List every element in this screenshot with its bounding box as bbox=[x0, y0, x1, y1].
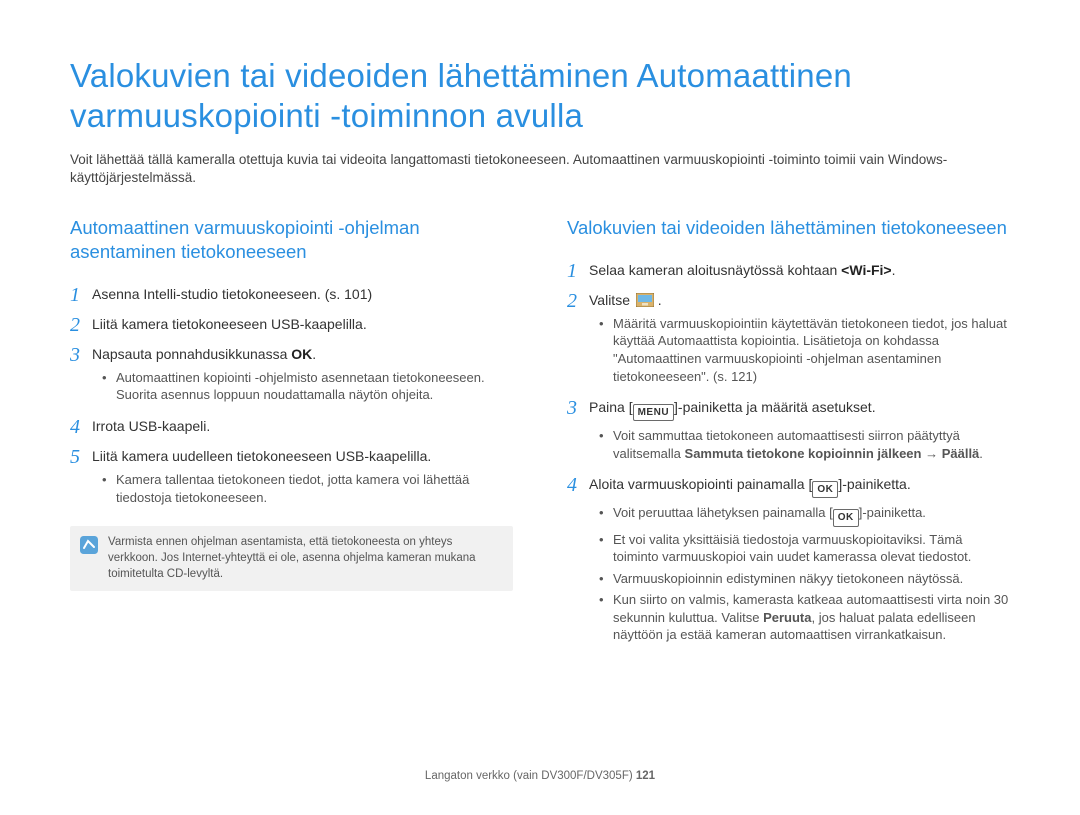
substep-item: Kamera tallentaa tietokoneen tiedot, jot… bbox=[106, 471, 513, 506]
substep-list: Määritä varmuuskopiointiin käytettävän t… bbox=[589, 315, 1010, 385]
step-number: 4 bbox=[567, 472, 589, 648]
substep-item: Automaattinen kopiointi -ohjelmisto asen… bbox=[106, 369, 513, 404]
left-step-5: 5 Liitä kamera uudelleen tietokoneeseen … bbox=[70, 444, 513, 510]
text-segment: Paina [ bbox=[589, 399, 633, 415]
left-step-2: 2 Liitä kamera tietokoneeseen USB-kaapel… bbox=[70, 312, 513, 336]
step-text: Napsauta ponnahdusikkunassa OK. bbox=[92, 345, 513, 363]
step-text: Irrota USB-kaapeli. bbox=[92, 417, 513, 435]
step-number: 1 bbox=[567, 258, 589, 282]
footer-text: Langaton verkko (vain DV300F/DV305F) bbox=[425, 770, 636, 782]
note-icon bbox=[80, 536, 98, 554]
text-segment: Voit peruuttaa lähetyksen painamalla [ bbox=[613, 505, 833, 520]
bold-text: OK bbox=[291, 346, 312, 362]
page-footer: Langaton verkko (vain DV300F/DV305F) 121 bbox=[0, 770, 1080, 782]
step-number: 1 bbox=[70, 282, 92, 306]
text-segment: . bbox=[654, 292, 662, 308]
substep-list: Voit peruuttaa lähetyksen painamalla [OK… bbox=[589, 504, 1010, 644]
left-step-3: 3 Napsauta ponnahdusikkunassa OK. Automa… bbox=[70, 342, 513, 408]
right-column: Valokuvien tai videoiden lähettäminen ti… bbox=[567, 216, 1010, 654]
left-column: Automaattinen varmuuskopiointi -ohjelman… bbox=[70, 216, 513, 654]
bold-text: Sammuta tietokone kopioinnin jälkeen bbox=[685, 446, 922, 461]
note-box: Varmista ennen ohjelman asentamista, ett… bbox=[70, 526, 513, 590]
note-text: Varmista ennen ohjelman asentamista, ett… bbox=[108, 534, 503, 582]
step-text: Valitse . bbox=[589, 291, 1010, 309]
intro-text: Voit lähettää tällä kameralla otettuja k… bbox=[70, 151, 1010, 187]
page-number: 121 bbox=[636, 770, 655, 782]
step-text: Liitä kamera uudelleen tietokoneeseen US… bbox=[92, 447, 513, 465]
ok-button-icon: OK bbox=[812, 481, 838, 498]
ok-button-icon: OK bbox=[833, 509, 859, 527]
text-segment: . bbox=[312, 346, 316, 362]
page-title: Valokuvien tai videoiden lähettäminen Au… bbox=[70, 56, 1010, 135]
bold-text: Päällä bbox=[942, 446, 980, 461]
step-number: 3 bbox=[567, 395, 589, 466]
step-number: 2 bbox=[70, 312, 92, 336]
step-text: Liitä kamera tietokoneeseen USB-kaapelil… bbox=[92, 315, 513, 333]
substep-item: Et voi valita yksittäisiä tiedostoja var… bbox=[603, 531, 1010, 566]
step-number: 2 bbox=[567, 288, 589, 389]
left-step-4: 4 Irrota USB-kaapeli. bbox=[70, 414, 513, 438]
right-step-2: 2 Valitse . Määritä varmuuskopiointiin k… bbox=[567, 288, 1010, 389]
bold-text: Peruuta bbox=[763, 610, 811, 625]
step-text: Asenna Intelli-studio tietokoneeseen. (s… bbox=[92, 285, 513, 303]
left-section-heading: Automaattinen varmuuskopiointi -ohjelman… bbox=[70, 216, 513, 264]
text-segment: → bbox=[921, 446, 941, 461]
text-segment: . bbox=[979, 446, 983, 461]
right-step-3: 3 Paina [MENU]-painiketta ja määritä ase… bbox=[567, 395, 1010, 466]
substep-list: Kamera tallentaa tietokoneen tiedot, jot… bbox=[92, 471, 513, 506]
step-text: Aloita varmuuskopiointi painamalla [OK]-… bbox=[589, 475, 1010, 498]
left-step-1: 1 Asenna Intelli-studio tietokoneeseen. … bbox=[70, 282, 513, 306]
substep-list: Automaattinen kopiointi -ohjelmisto asen… bbox=[92, 369, 513, 404]
step-text: Paina [MENU]-painiketta ja määritä asetu… bbox=[589, 398, 1010, 421]
step-text: Selaa kameran aloitusnäytössä kohtaan <W… bbox=[589, 261, 1010, 279]
substep-list: Voit sammuttaa tietokoneen automaattises… bbox=[589, 427, 1010, 462]
substep-item: Voit sammuttaa tietokoneen automaattises… bbox=[603, 427, 1010, 462]
step-number: 3 bbox=[70, 342, 92, 408]
step-number: 4 bbox=[70, 414, 92, 438]
text-segment: Aloita varmuuskopiointi painamalla [ bbox=[589, 476, 812, 492]
text-segment: Napsauta ponnahdusikkunassa bbox=[92, 346, 291, 362]
substep-item: Varmuuskopioinnin edistyminen näkyy tiet… bbox=[603, 570, 1010, 588]
right-step-4: 4 Aloita varmuuskopiointi painamalla [OK… bbox=[567, 472, 1010, 648]
text-segment: ]-painiketta ja määritä asetukset. bbox=[674, 399, 876, 415]
text-segment: Valitse bbox=[589, 292, 634, 308]
text-segment: Selaa kameran aloitusnäytössä kohtaan bbox=[589, 262, 841, 278]
text-segment: . bbox=[892, 262, 896, 278]
bold-text: <Wi-Fi> bbox=[841, 262, 891, 278]
backup-target-icon bbox=[636, 293, 654, 307]
substep-item: Kun siirto on valmis, kamerasta katkeaa … bbox=[603, 591, 1010, 644]
right-step-1: 1 Selaa kameran aloitusnäytössä kohtaan … bbox=[567, 258, 1010, 282]
substep-item: Määritä varmuuskopiointiin käytettävän t… bbox=[603, 315, 1010, 385]
text-segment: ]-painiketta. bbox=[838, 476, 910, 492]
text-segment: ]-painiketta. bbox=[859, 505, 926, 520]
substep-item: Voit peruuttaa lähetyksen painamalla [OK… bbox=[603, 504, 1010, 527]
right-section-heading: Valokuvien tai videoiden lähettäminen ti… bbox=[567, 216, 1010, 240]
step-number: 5 bbox=[70, 444, 92, 510]
menu-button-icon: MENU bbox=[633, 404, 674, 421]
